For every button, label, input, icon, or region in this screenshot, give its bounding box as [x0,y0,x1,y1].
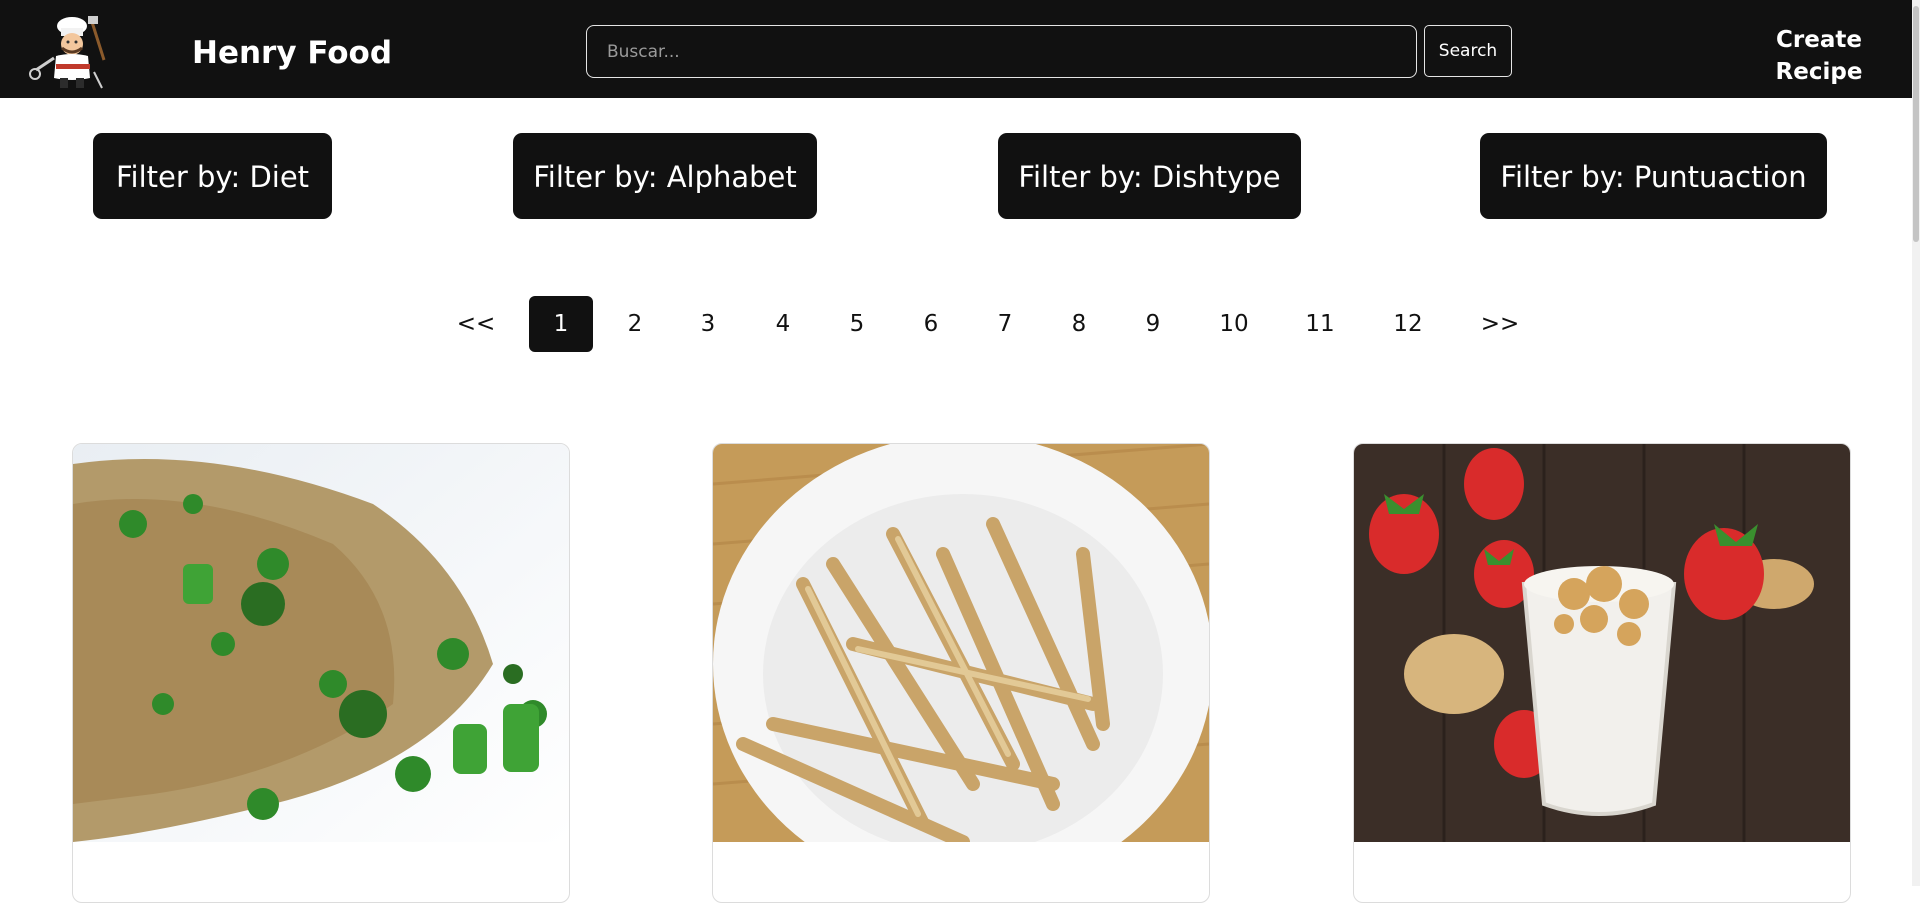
navbar: Henry Food Search Create Recipe [0,0,1920,98]
pagination-page-9[interactable]: 9 [1126,296,1180,352]
pagination-page-8[interactable]: 8 [1052,296,1106,352]
pagination-prev[interactable]: << [446,296,506,352]
pagination-page-1[interactable]: 1 [529,296,593,352]
scrollbar-thumb[interactable] [1913,6,1919,242]
pagination-page-7[interactable]: 7 [978,296,1032,352]
pagination-page-3[interactable]: 3 [681,296,735,352]
brand-title[interactable]: Henry Food [192,34,392,72]
chef-logo-icon[interactable] [28,12,120,92]
pagination-page-2[interactable]: 2 [608,296,662,352]
filter-dishtype-button[interactable]: Filter by: Dishtype [998,133,1301,219]
recipe-card[interactable] [1353,443,1851,903]
pagination-page-4[interactable]: 4 [756,296,810,352]
search-button[interactable]: Search [1424,25,1512,77]
pagination-page-12[interactable]: 12 [1378,296,1438,352]
recipe-card[interactable] [712,443,1210,903]
pagination-page-6[interactable]: 6 [904,296,958,352]
pagination-page-5[interactable]: 5 [830,296,884,352]
pagination-page-11[interactable]: 11 [1290,296,1350,352]
pagination-next[interactable]: >> [1470,296,1530,352]
search-input[interactable] [586,25,1417,78]
filter-alphabet-button[interactable]: Filter by: Alphabet [513,133,817,219]
filter-diet-button[interactable]: Filter by: Diet [93,133,332,219]
recipe-image[interactable] [713,444,1209,842]
pagination-page-10[interactable]: 10 [1204,296,1264,352]
recipe-card[interactable] [72,443,570,903]
filter-puntuaction-button[interactable]: Filter by: Puntuaction [1480,133,1827,219]
recipe-image[interactable] [1354,444,1850,842]
recipe-image[interactable] [73,444,569,842]
create-recipe-link[interactable]: Create Recipe [1764,24,1874,88]
